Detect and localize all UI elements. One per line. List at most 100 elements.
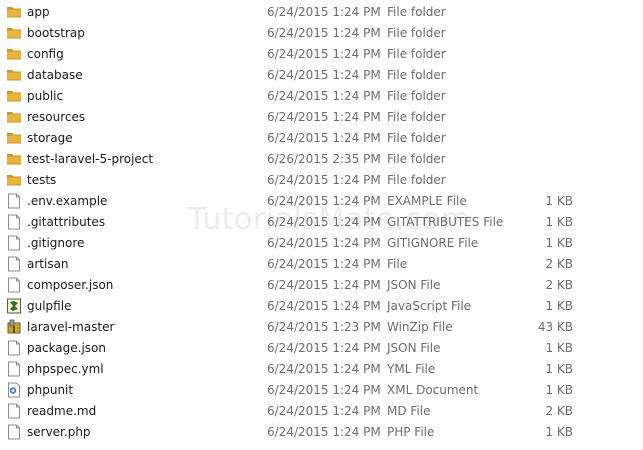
file-type: WinZip File [387,320,453,334]
file-row[interactable]: gulpfile 6/24/2015 1:24 PM JavaScript File… [0,296,643,317]
file-row[interactable]: phpspec.yml 6/24/2015 1:24 PM YML File 1 KB [0,359,643,380]
file-size: 1 KB [545,299,573,313]
file-name: tests [27,173,57,187]
file-type: File folder [387,152,446,166]
file-date-modified: 6/24/2015 1:24 PM [267,404,381,418]
file-row[interactable]: test-laravel-5-project 6/26/2015 2:35 PM F… [0,149,643,170]
folder-icon [6,88,22,104]
file-row[interactable]: composer.json 6/24/2015 1:24 PM JSON File 2… [0,275,643,296]
file-size: 1 KB [545,341,573,355]
file-type: File folder [387,131,446,145]
file-date-modified: 6/24/2015 1:24 PM [267,425,381,439]
file-row[interactable]: database 6/24/2015 1:24 PM File folder [0,65,643,86]
file-row[interactable]: public 6/24/2015 1:24 PM File folder [0,86,643,107]
file-name: bootstrap [27,26,85,40]
file-type: JavaScript File [387,299,472,313]
folder-icon [6,4,22,20]
file-row[interactable]: config 6/24/2015 1:24 PM File folder [0,44,643,65]
file-icon [6,256,22,272]
file-name: laravel-master [27,320,115,334]
file-name: storage [27,131,73,145]
file-date-modified: 6/24/2015 1:24 PM [267,110,381,124]
file-row[interactable]: tests 6/24/2015 1:24 PM File folder [0,170,643,191]
file-size: 2 KB [545,404,573,418]
file-row[interactable]: phpunit 6/24/2015 1:24 PM XML Document 1 KB [0,380,643,401]
file-row[interactable]: package.json 6/24/2015 1:24 PM JSON File 1 … [0,338,643,359]
file-type: MD File [387,404,431,418]
file-type: File folder [387,173,446,187]
file-row[interactable]: artisan 6/24/2015 1:24 PM File 2 KB [0,254,643,275]
file-type: File [387,257,408,271]
file-type: EXAMPLE File [387,194,467,208]
zip-file-icon [6,319,22,335]
file-date-modified: 6/24/2015 1:24 PM [267,131,381,145]
file-type: File folder [387,68,446,82]
javascript-file-icon [6,298,22,314]
file-size: 1 KB [545,425,573,439]
file-date-modified: 6/24/2015 1:24 PM [267,26,381,40]
file-icon [6,340,22,356]
file-type: File folder [387,110,446,124]
file-icon [6,361,22,377]
file-type: JSON File [387,278,441,292]
file-size: 1 KB [545,215,573,229]
file-row[interactable]: resources 6/24/2015 1:24 PM File folder [0,107,643,128]
file-row[interactable]: laravel-master 6/24/2015 1:23 PM WinZip Fi… [0,317,643,338]
file-row[interactable]: readme.md 6/24/2015 1:24 PM MD File 2 KB [0,401,643,422]
file-list: app 6/24/2015 1:24 PM File folder bootstrap… [0,2,643,443]
file-row[interactable]: .env.example 6/24/2015 1:24 PM EXAMPLE Fil… [0,191,643,212]
file-type: YML File [387,362,436,376]
file-name: .gitattributes [27,215,106,229]
file-name: resources [27,110,86,124]
file-icon [6,193,22,209]
file-name: readme.md [27,404,97,418]
folder-icon [6,151,22,167]
file-size: 43 KB [537,320,573,334]
file-date-modified: 6/24/2015 1:24 PM [267,89,381,103]
file-row[interactable]: bootstrap 6/24/2015 1:24 PM File folder [0,23,643,44]
file-row[interactable]: app 6/24/2015 1:24 PM File folder [0,2,643,23]
file-name: database [27,68,83,82]
file-name: server.php [27,425,91,439]
file-type: GITIGNORE File [387,236,479,250]
file-row[interactable]: .gitattributes 6/24/2015 1:24 PM GITATTRIB… [0,212,643,233]
folder-icon [6,172,22,188]
file-row[interactable]: storage 6/24/2015 1:24 PM File folder [0,128,643,149]
file-name: .env.example [27,194,108,208]
file-icon [6,214,22,230]
file-date-modified: 6/24/2015 1:24 PM [267,383,381,397]
file-type: File folder [387,47,446,61]
file-date-modified: 6/24/2015 1:24 PM [267,47,381,61]
folder-icon [6,130,22,146]
file-date-modified: 6/24/2015 1:23 PM [267,320,381,334]
file-name: config [27,47,64,61]
file-type: GITATTRIBUTES File [387,215,504,229]
file-date-modified: 6/24/2015 1:24 PM [267,173,381,187]
file-row[interactable]: server.php 6/24/2015 1:24 PM PHP File 1 KB [0,422,643,443]
file-date-modified: 6/24/2015 1:24 PM [267,278,381,292]
file-type: File folder [387,89,446,103]
file-name: package.json [27,341,107,355]
file-date-modified: 6/24/2015 1:24 PM [267,215,381,229]
file-date-modified: 6/24/2015 1:24 PM [267,236,381,250]
file-name: phpunit [27,383,74,397]
file-date-modified: 6/26/2015 2:35 PM [267,152,381,166]
file-icon [6,277,22,293]
folder-icon [6,67,22,83]
file-size: 1 KB [545,383,573,397]
file-type: File folder [387,5,446,19]
file-type: File folder [387,26,446,40]
file-size: 1 KB [545,236,573,250]
file-name: .gitignore [27,236,85,250]
file-type: JSON File [387,341,441,355]
file-date-modified: 6/24/2015 1:24 PM [267,68,381,82]
file-name: phpspec.yml [27,362,104,376]
file-date-modified: 6/24/2015 1:24 PM [267,5,381,19]
file-name: gulpfile [27,299,72,313]
file-name: test-laravel-5-project [27,152,154,166]
file-date-modified: 6/24/2015 1:24 PM [267,257,381,271]
file-row[interactable]: .gitignore 6/24/2015 1:24 PM GITIGNORE Fil… [0,233,643,254]
file-type: XML Document [387,383,479,397]
file-icon [6,235,22,251]
file-size: 1 KB [545,362,573,376]
